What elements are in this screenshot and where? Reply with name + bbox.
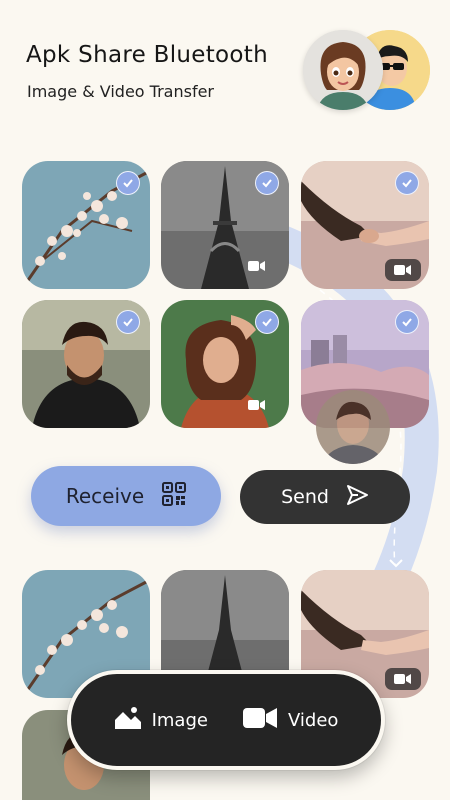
girl-avatar [303, 30, 383, 110]
selected-check-icon[interactable] [116, 310, 140, 334]
video-icon [242, 706, 278, 735]
send-button[interactable]: Send [240, 470, 410, 524]
selected-check-icon[interactable] [255, 310, 279, 334]
selected-check-icon[interactable] [395, 171, 419, 195]
transfer-thumbnail [316, 390, 390, 464]
receive-button[interactable]: Receive [31, 466, 221, 526]
selected-check-icon[interactable] [395, 310, 419, 334]
media-type-bar: Image Video [67, 670, 385, 770]
app-subtitle: Image & Video Transfer [27, 82, 215, 101]
video-camera-icon [239, 394, 275, 416]
image-tab[interactable]: Image [114, 706, 208, 735]
send-label: Send [281, 486, 329, 508]
woman-portrait-photo[interactable] [161, 300, 289, 428]
video-camera-icon [385, 668, 421, 690]
send-arrow-icon [345, 483, 369, 512]
eiffel-tower-photo[interactable] [161, 161, 289, 289]
man-portrait-photo[interactable] [22, 300, 150, 428]
qr-code-icon [162, 481, 187, 511]
video-camera-icon [239, 255, 275, 277]
cherry-blossom-photo[interactable] [22, 161, 150, 289]
video-camera-icon [385, 259, 421, 281]
receive-label: Receive [65, 484, 145, 508]
holding-hands-photo[interactable] [301, 161, 429, 289]
video-tab[interactable]: Video [242, 706, 338, 735]
video-label: Video [287, 709, 339, 731]
selected-check-icon[interactable] [255, 171, 279, 195]
app-title: Apk Share Bluetooth [26, 42, 269, 68]
image-label: Image [151, 709, 208, 731]
image-icon [114, 706, 142, 735]
selected-check-icon[interactable] [116, 171, 140, 195]
